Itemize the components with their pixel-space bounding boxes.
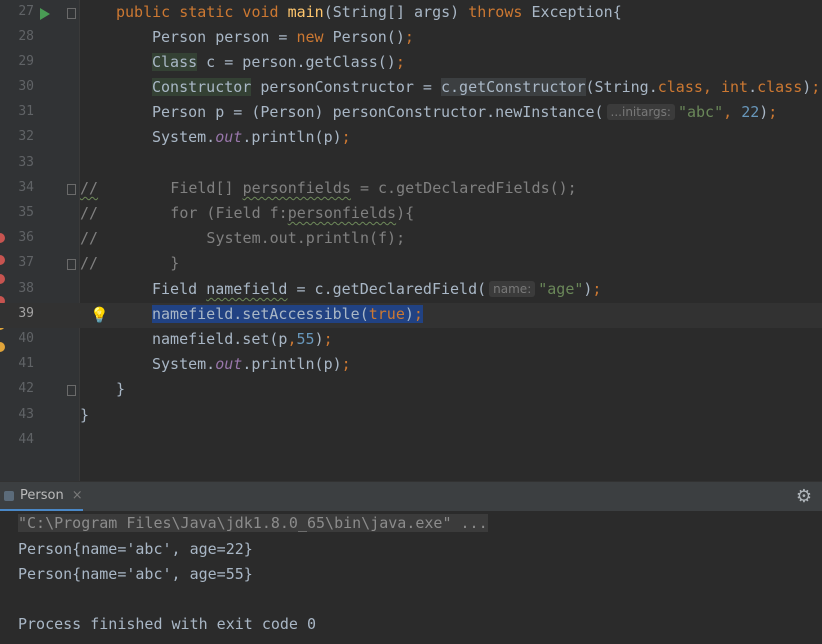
- fold-icon[interactable]: [67, 8, 76, 19]
- code-text: Constructor personConstructor = c.getCon…: [152, 78, 821, 96]
- close-icon[interactable]: ×: [72, 488, 83, 503]
- parameter-hint: name:: [489, 281, 536, 297]
- line-number: 28: [18, 29, 34, 44]
- line-number: 43: [18, 407, 34, 422]
- line-number: 33: [18, 155, 34, 170]
- code-line[interactable]: 44: [0, 429, 822, 454]
- fold-icon[interactable]: [67, 259, 76, 270]
- code-line[interactable]: 29 Class c = person.getClass();: [0, 51, 822, 76]
- line-number: 27: [18, 4, 34, 19]
- code-line[interactable]: 43 }: [0, 404, 822, 429]
- line-number: 29: [18, 54, 34, 69]
- code-line[interactable]: 33: [0, 152, 822, 177]
- command-line: "C:\Program Files\Java\jdk1.8.0_65\bin\j…: [18, 514, 488, 532]
- console-line: Person{name='abc', age=22}: [18, 540, 253, 558]
- code-text: Class c = person.getClass();: [152, 53, 405, 71]
- code-line[interactable]: 30 Constructor personConstructor = c.get…: [0, 76, 822, 101]
- comment-text: // for (Field f:personfields){: [80, 204, 415, 222]
- line-number: 31: [18, 104, 34, 119]
- code-line[interactable]: 32 System.out.println(p);: [0, 126, 822, 151]
- run-config-icon: [4, 490, 14, 501]
- line-number: 41: [18, 356, 34, 371]
- code-text: Person p = (Person) personConstructor.ne…: [152, 103, 778, 121]
- console-line: Process finished with exit code 0: [18, 615, 317, 633]
- line-number: 30: [18, 79, 34, 94]
- line-number: 39: [18, 306, 34, 321]
- code-line[interactable]: 37 // }: [0, 252, 822, 277]
- comment-text: // Field[] personfields = c.getDeclaredF…: [80, 179, 577, 197]
- code-line[interactable]: 28 Person person = new Person();: [0, 26, 822, 51]
- code-text: System.out.println(p);: [152, 355, 351, 373]
- line-number: 42: [18, 381, 34, 396]
- lightbulb-icon[interactable]: 💡: [90, 306, 109, 324]
- line-number: 36: [18, 230, 34, 245]
- console-line: "C:\Program Files\Java\jdk1.8.0_65\bin\j…: [18, 514, 488, 532]
- code-line[interactable]: 34 // Field[] personfields = c.getDeclar…: [0, 177, 822, 202]
- code-line[interactable]: 36 // System.out.println(f);: [0, 227, 822, 252]
- line-number: 38: [18, 281, 34, 296]
- code-text: }: [80, 406, 90, 424]
- tab-person[interactable]: Person ×: [0, 482, 83, 512]
- code-line[interactable]: 42 }: [0, 378, 822, 403]
- fold-icon[interactable]: [67, 385, 76, 396]
- code-line-current[interactable]: 39 💡 namefield.setAccessible(true);: [0, 303, 822, 328]
- line-number: 34: [18, 180, 34, 195]
- parameter-hint: ...initargs:: [606, 104, 675, 120]
- code-text: System.out.println(p);: [152, 128, 351, 146]
- code-text: namefield.set(p,55);: [152, 330, 333, 348]
- comment-text: // }: [80, 254, 180, 272]
- line-number: 40: [18, 331, 34, 346]
- code-line[interactable]: 31 Person p = (Person) personConstructor…: [0, 101, 822, 126]
- tab-label: Person: [20, 488, 64, 503]
- gear-icon[interactable]: ⚙: [796, 486, 812, 507]
- run-panel-header: Person × ⚙: [0, 481, 822, 512]
- line-number: 35: [18, 205, 34, 220]
- run-icon[interactable]: [40, 8, 50, 20]
- comment-text: // System.out.println(f);: [80, 229, 406, 247]
- code-line[interactable]: 40 namefield.set(p,55);: [0, 328, 822, 353]
- code-text: Person person = new Person();: [152, 28, 414, 46]
- code-line[interactable]: 27 public static void main(String[] args…: [0, 1, 822, 26]
- line-number: 37: [18, 255, 34, 270]
- code-line[interactable]: 38 Field namefield = c.getDeclaredField(…: [0, 278, 822, 303]
- code-text: }: [116, 380, 126, 398]
- code-line[interactable]: 41 System.out.println(p);: [0, 353, 822, 378]
- code-text: public static void main(String[] args) t…: [116, 3, 622, 21]
- code-line[interactable]: 35 // for (Field f:personfields){: [0, 202, 822, 227]
- selected-code-text: namefield.setAccessible(true);: [152, 305, 423, 323]
- line-number: 44: [18, 432, 34, 447]
- console-line: Person{name='abc', age=55}: [18, 565, 253, 583]
- console-output[interactable]: "C:\Program Files\Java\jdk1.8.0_65\bin\j…: [0, 511, 822, 644]
- fold-icon[interactable]: [67, 184, 76, 195]
- code-editor[interactable]: 27 public static void main(String[] args…: [0, 0, 822, 481]
- line-number: 32: [18, 129, 34, 144]
- code-text: Field namefield = c.getDeclaredField(nam…: [152, 280, 602, 298]
